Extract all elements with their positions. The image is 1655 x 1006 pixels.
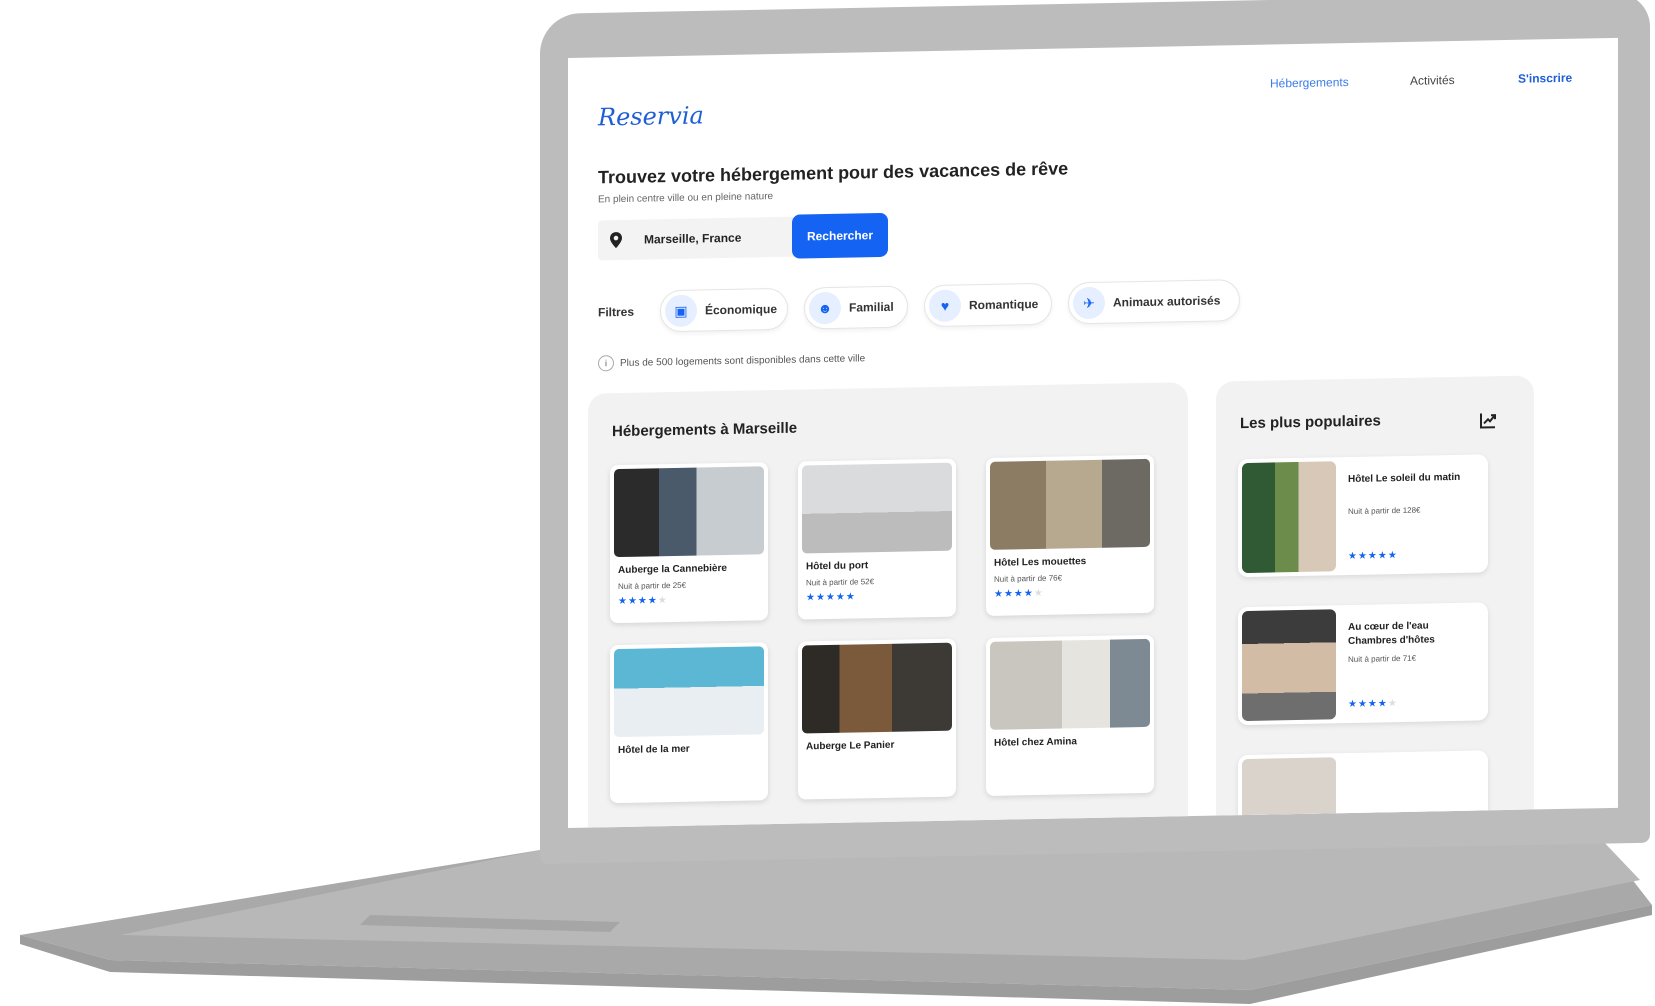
page-subtitle: En plein centre ville ou en pleine natur… — [598, 191, 774, 206]
location-search[interactable] — [598, 216, 798, 261]
rating-stars: ★★★★★ — [1348, 698, 1398, 711]
listing-name: Hôtel du port — [806, 560, 869, 573]
listing-photo — [614, 466, 764, 558]
listing-name: Auberge la Cannebière — [618, 562, 727, 577]
popular-name: Hôtel Le soleil du matin — [1348, 471, 1461, 486]
availability-info: i Plus de 500 logements sont disponibles … — [598, 350, 866, 372]
listing-photo — [990, 638, 1150, 730]
heart-icon: ♥ — [929, 289, 961, 323]
listing-card[interactable]: Hôtel Les mouettes Nuit à partir de 76€ … — [986, 454, 1154, 616]
rating-stars: ★★★★★ — [806, 591, 856, 604]
chip-label: Familial — [849, 299, 894, 315]
trend-icon — [1480, 413, 1496, 429]
popular-title: Les plus populaires — [1240, 412, 1381, 433]
listing-name: Hôtel de la mer — [618, 743, 690, 757]
chip-label: Romantique — [969, 296, 1039, 313]
availability-text: Plus de 500 logements sont disponibles d… — [620, 353, 866, 370]
listing-price: Nuit à partir de 52€ — [806, 577, 875, 588]
popular-card[interactable]: Hôtel Le soleil du matin Nuit à partir d… — [1238, 454, 1488, 578]
listing-name: Auberge Le Panier — [806, 739, 895, 753]
info-icon: i — [598, 355, 614, 372]
listing-card[interactable]: Hôtel du port Nuit à partir de 52€ ★★★★★ — [798, 458, 956, 620]
rating-stars: ★★★★★ — [618, 595, 668, 608]
nav-hebergements[interactable]: Hébergements — [1270, 75, 1349, 91]
chip-label: Animaux autorisés — [1113, 293, 1221, 310]
location-input[interactable] — [642, 228, 796, 248]
rating-stars: ★★★★★ — [1348, 550, 1398, 563]
filters-label: Filtres — [598, 304, 635, 320]
nav-activites[interactable]: Activités — [1410, 73, 1455, 88]
listing-photo — [990, 458, 1150, 550]
location-pin-icon — [610, 232, 622, 249]
popular-photo — [1242, 461, 1336, 574]
listings-panel: Hébergements à Marseille Auberge la Cann… — [588, 382, 1188, 828]
family-icon: ☻ — [809, 291, 841, 325]
page-title: Trouvez votre hébergement pour des vacan… — [598, 158, 1069, 188]
popular-price: Nuit à partir de 71€ — [1348, 653, 1417, 665]
chip-label: Économique — [705, 301, 778, 318]
filter-romantique[interactable]: ♥ Romantique — [924, 282, 1052, 328]
listings-title: Hébergements à Marseille — [612, 419, 798, 441]
nav-signup[interactable]: S'inscrire — [1518, 71, 1572, 86]
listing-card[interactable]: Auberge Le Panier — [798, 638, 956, 800]
listing-card[interactable]: Hôtel de la mer — [610, 642, 768, 804]
listing-price: Nuit à partir de 25€ — [618, 580, 687, 592]
popular-photo — [1242, 609, 1336, 722]
pet-icon: ✈ — [1073, 286, 1105, 320]
popular-name: Au cœur de l'eau Chambres d'hôtes — [1348, 620, 1435, 648]
listing-name: Hôtel Les mouettes — [994, 556, 1087, 569]
listing-card[interactable]: Auberge la Cannebière Nuit à partir de 2… — [610, 462, 768, 624]
reservia-logo[interactable]: Reservia — [598, 101, 704, 131]
listing-photo — [802, 462, 952, 554]
listing-name: Hôtel chez Amina — [994, 736, 1077, 749]
listing-photo — [614, 646, 764, 738]
listing-card[interactable]: Hôtel chez Amina — [986, 634, 1154, 796]
filter-animaux[interactable]: ✈ Animaux autorisés — [1068, 279, 1240, 325]
filter-economique[interactable]: ▣ Économique — [660, 287, 788, 333]
listing-price: Nuit à partir de 76€ — [994, 573, 1063, 584]
popular-card[interactable]: Au cœur de l'eau Chambres d'hôtes Nuit à… — [1238, 602, 1488, 726]
browser-screen: Reservia Hébergements Activités S'inscri… — [568, 37, 1618, 828]
listing-photo — [802, 642, 952, 734]
money-icon: ▣ — [665, 294, 697, 328]
filter-familial[interactable]: ☻ Familial — [804, 285, 908, 330]
search-button[interactable]: Rechercher — [792, 212, 888, 259]
rating-stars: ★★★★★ — [994, 587, 1044, 600]
popular-price: Nuit à partir de 128€ — [1348, 505, 1421, 517]
popular-panel: Les plus populaires Hôtel Le soleil du m… — [1216, 375, 1534, 828]
